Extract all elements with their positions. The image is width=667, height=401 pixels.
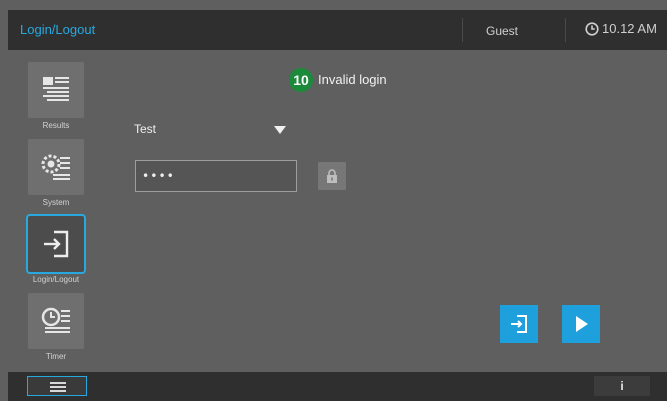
sidebar: Results System Login/Logout Timer <box>8 50 98 372</box>
sidebar-item-system[interactable]: System <box>26 137 86 211</box>
system-icon <box>41 154 70 180</box>
play-button[interactable] <box>562 305 600 343</box>
login-icon <box>44 230 69 258</box>
clock-time: 10.12 AM <box>602 21 657 36</box>
password-field[interactable]: •••• <box>135 160 297 192</box>
clock-icon <box>585 21 599 36</box>
sidebar-tile <box>26 214 86 274</box>
status-message: Invalid login <box>318 72 387 87</box>
menu-button[interactable] <box>27 376 87 396</box>
sidebar-tile <box>28 62 84 118</box>
sidebar-item-label: Login/Logout <box>32 275 80 284</box>
sidebar-item-results[interactable]: Results <box>26 60 86 134</box>
divider <box>462 18 463 42</box>
login-icon <box>511 315 527 333</box>
play-icon <box>576 316 588 332</box>
lock-icon <box>327 169 337 183</box>
chevron-down-icon <box>274 126 286 134</box>
login-button[interactable] <box>500 305 538 343</box>
hamburger-icon <box>50 382 66 384</box>
timer-icon <box>41 307 70 333</box>
sidebar-item-label: Results <box>42 121 70 130</box>
hamburger-icon <box>50 390 66 392</box>
sidebar-item-timer[interactable]: Timer <box>26 291 86 365</box>
top-bar: Login/Logout Guest 10.12 AM <box>8 10 667 50</box>
sidebar-item-label: Timer <box>45 352 67 361</box>
info-button[interactable]: i <box>594 376 650 396</box>
clock: 10.12 AM <box>585 21 657 36</box>
lock-button[interactable] <box>318 162 346 190</box>
current-user-label: Guest <box>486 24 519 38</box>
sidebar-tile <box>28 139 84 195</box>
sidebar-tile <box>28 293 84 349</box>
hamburger-icon <box>50 386 66 388</box>
user-select-value: Test <box>134 122 157 136</box>
bottom-bar: i <box>8 372 667 401</box>
user-select[interactable]: Test <box>134 118 294 142</box>
step-badge: 10 <box>289 68 313 92</box>
results-icon <box>43 77 69 101</box>
page-title: Login/Logout <box>20 22 96 37</box>
sidebar-item-label: System <box>42 198 70 207</box>
divider <box>565 18 566 42</box>
login-screen: Login/Logout Guest 10.12 AM Results Syst… <box>0 0 667 401</box>
sidebar-item-login-logout[interactable]: Login/Logout <box>26 214 86 288</box>
